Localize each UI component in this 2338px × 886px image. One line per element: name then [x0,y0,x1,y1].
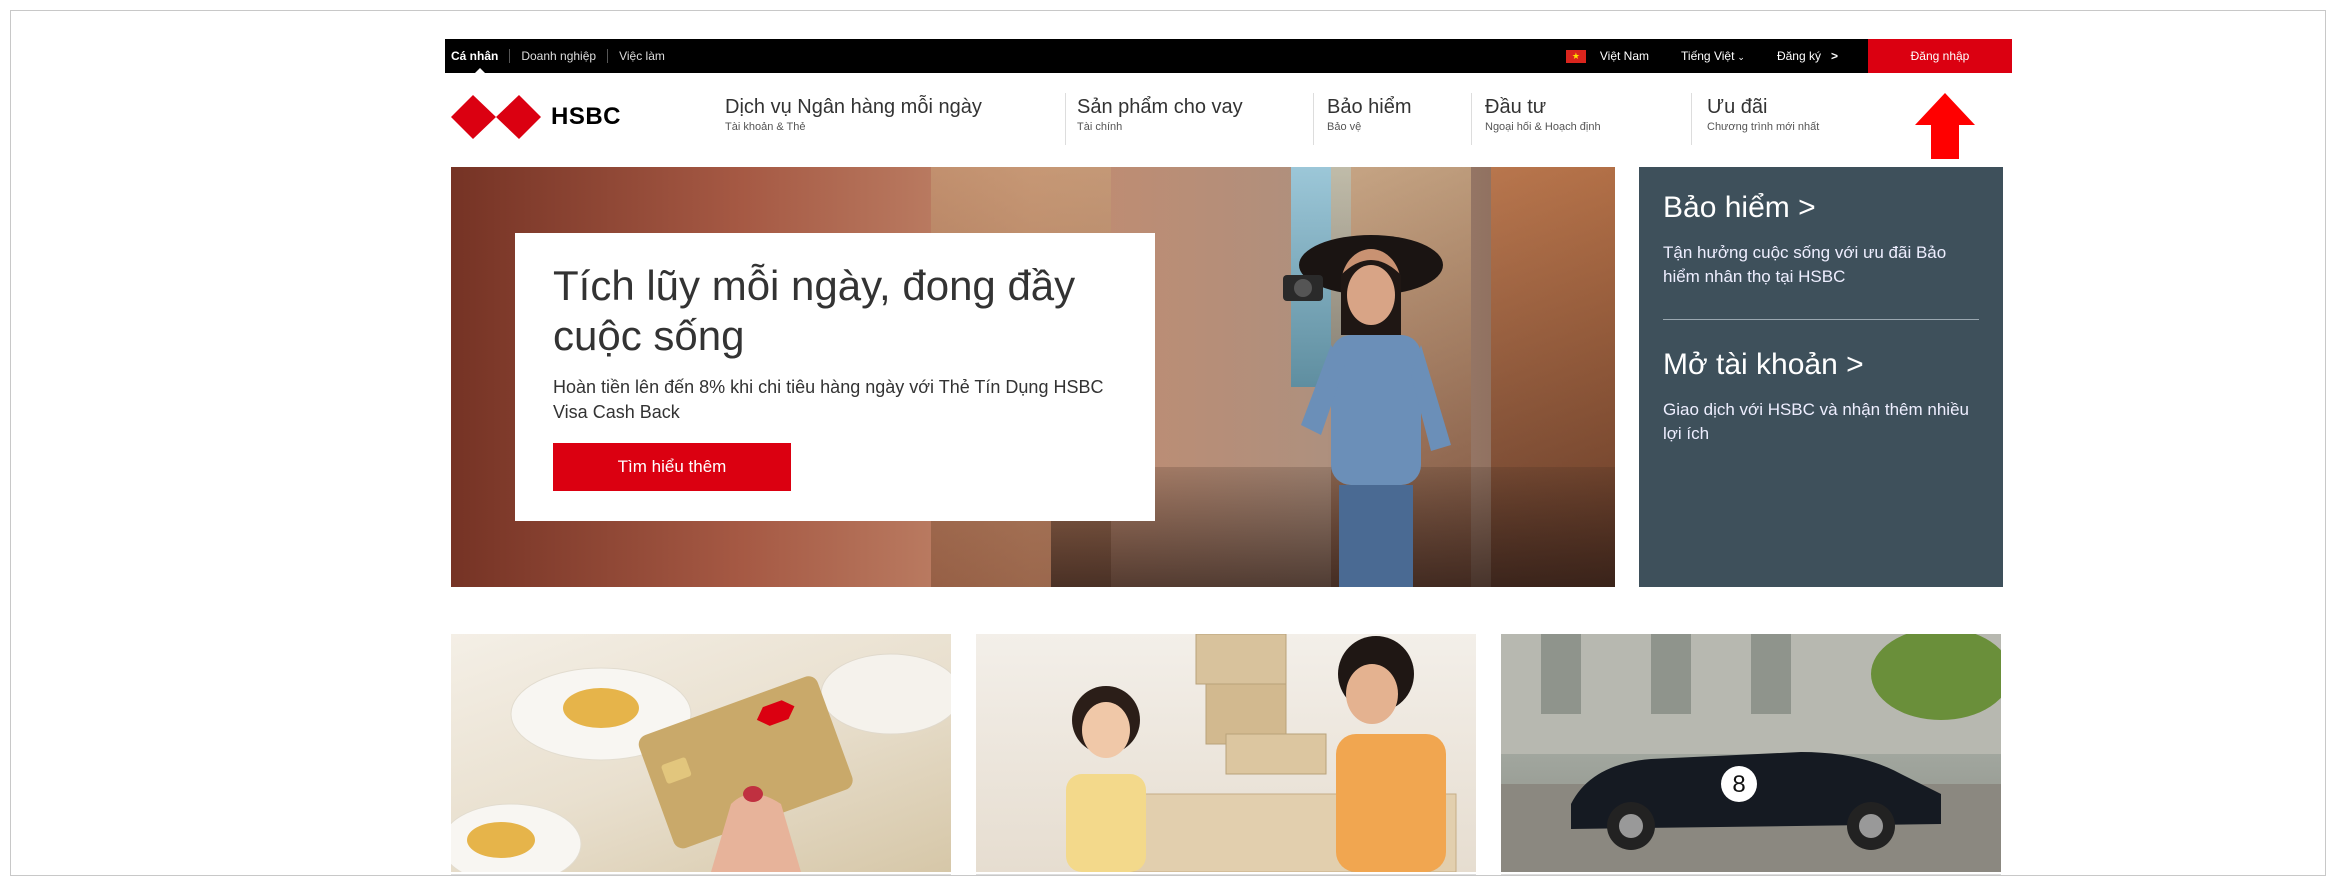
credit-card-photo [451,653,951,872]
nav-divider [1313,93,1314,145]
chevron-down-icon: ⌄ [1737,52,1745,62]
utility-right: Việt Nam Tiếng Việt⌄ Đăng ký > Đăng nhập [1565,39,2012,73]
car-number: 8 [1732,771,1745,798]
learn-more-button[interactable]: Tìm hiểu thêm [553,443,791,491]
segment-business[interactable]: Doanh nghiệp [509,49,607,63]
nav-subtitle: Bảo vệ [1327,121,1362,133]
promo-tile-moving[interactable] [976,634,1476,872]
insurance-link[interactable]: Bảo hiểm > [1663,191,1979,225]
vietnam-flag-icon [1565,49,1586,63]
red-arrow-up-icon [1915,93,1975,159]
hsbc-hexagon-icon [451,95,541,139]
screenshot-frame: Cá nhân Doanh nghiệp Việc làm Việt Nam T… [10,10,2326,876]
nav-subtitle: Ngoại hối & Hoạch định [1485,121,1601,133]
utility-bar: Cá nhân Doanh nghiệp Việc làm Việt Nam T… [445,39,2012,74]
nav-title: Ưu đãi [1707,96,1768,118]
nav-subtitle: Tài chính [1077,121,1123,133]
segment-personal[interactable]: Cá nhân [451,49,509,74]
tile-divider [451,874,951,875]
couple-with-boxes-photo [1066,634,1457,872]
promo-tile-car[interactable]: 8 [1501,634,2001,872]
promo-tile-card[interactable] [451,634,951,872]
open-account-description: Giao dịch với HSBC và nhận thêm nhiều lợ… [1663,400,1969,443]
nav-loans[interactable]: Sản phẩm cho vay Tài chính [1077,95,1243,139]
hero-title: Tích lũy mỗi ngày, đong đầy cuộc sống [553,262,1076,359]
language-selector[interactable]: Tiếng Việt ⌄ [1681,49,1745,63]
hero-promo-card: Tích lũy mỗi ngày, đong đầy cuộc sống Ho… [515,233,1155,521]
nav-divider [1065,93,1066,145]
vintage-car-photo: 8 [1501,634,2001,872]
segment-careers[interactable]: Việc làm [607,49,676,63]
main-nav: HSBC Dịch vụ Ngân hàng mỗi ngày Tài khoả… [445,73,2012,173]
nav-offers[interactable]: Ưu đãi Chương trình mới nhất [1707,95,1819,139]
nav-title: Bảo hiểm [1327,96,1412,118]
side-promo-panel: Bảo hiểm > Tận hưởng cuộc sống với ưu đã… [1639,167,2003,587]
hero-description: Hoàn tiền lên đến 8% khi chi tiêu hàng n… [553,377,1104,422]
panel-divider [1663,319,1979,320]
nav-investment[interactable]: Đầu tư Ngoại hối & Hoạch định [1485,95,1601,139]
nav-title: Đầu tư [1485,96,1547,118]
login-button[interactable]: Đăng nhập [1868,39,2012,73]
segment-switcher: Cá nhân Doanh nghiệp Việc làm [451,39,676,74]
tile-divider [1501,874,2001,875]
hero-banner: Tích lũy mỗi ngày, đong đầy cuộc sống Ho… [451,167,1615,587]
brand-name: HSBC [551,103,622,130]
hsbc-logo[interactable]: HSBC [451,95,621,139]
nav-subtitle: Chương trình mới nhất [1707,121,1820,133]
nav-subtitle: Tài khoản & Thẻ [725,121,806,133]
nav-title: Sản phẩm cho vay [1077,96,1243,118]
register-label: Đăng ký [1776,49,1821,63]
register-link[interactable]: Đăng ký > [1777,49,1838,63]
tile-divider [976,874,1476,875]
language-label: Tiếng Việt [1681,49,1735,63]
country-selector[interactable]: Việt Nam [1600,49,1649,63]
nav-title: Dịch vụ Ngân hàng mỗi ngày [725,96,982,118]
insurance-description: Tận hưởng cuộc sống với ưu đãi Bảo hiểm … [1663,243,1947,286]
hsbc-page: Cá nhân Doanh nghiệp Việc làm Việt Nam T… [435,31,2013,875]
nav-divider [1691,93,1692,145]
nav-divider [1471,93,1472,145]
woman-with-camera-photo [1283,235,1451,587]
chevron-right-icon: > [1830,49,1838,63]
nav-insurance[interactable]: Bảo hiểm Bảo vệ [1327,95,1412,139]
nav-everyday-banking[interactable]: Dịch vụ Ngân hàng mỗi ngày Tài khoản & T… [725,95,982,139]
open-account-link[interactable]: Mở tài khoản > [1663,348,1979,382]
